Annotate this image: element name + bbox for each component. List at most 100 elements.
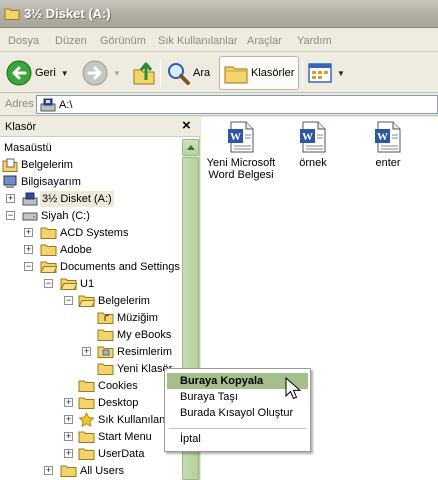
expand-icon[interactable]: + xyxy=(44,466,53,475)
tree-item-acd-systems[interactable]: + ACD Systems xyxy=(0,225,180,241)
menu-tools[interactable]: Araçlar xyxy=(247,35,282,47)
tree-item-desktop-u1[interactable]: + Desktop xyxy=(0,395,180,411)
tree-item-label: Müziğim xyxy=(117,312,158,324)
collapse-icon[interactable]: − xyxy=(44,279,53,288)
expand-icon[interactable]: + xyxy=(64,398,73,407)
floppy-drive-icon xyxy=(22,192,38,206)
music-folder-icon xyxy=(97,312,114,324)
file-item[interactable]: W örnek xyxy=(273,121,353,169)
collapse-icon[interactable]: − xyxy=(64,296,73,305)
tree-item-my-documents[interactable]: Belgelerim xyxy=(0,157,180,173)
tree-item-cookies[interactable]: Cookies xyxy=(0,378,180,394)
tree-item-label: Cookies xyxy=(98,380,138,392)
folder-icon xyxy=(78,380,95,392)
expand-icon[interactable]: + xyxy=(6,194,15,203)
address-field[interactable]: A:\ xyxy=(36,95,438,114)
tree-item-belgelerim-u1[interactable]: − Belgelerim xyxy=(0,293,180,309)
tree-item-my-computer[interactable]: Bilgisayarım xyxy=(0,174,180,190)
tree-item-userdata[interactable]: + UserData xyxy=(0,446,180,462)
folder-icon xyxy=(97,329,114,341)
tree-item-favorites[interactable]: + Sık Kullanılanlar xyxy=(0,412,180,428)
tree-item-drive-c[interactable]: − Siyah (C:) xyxy=(0,208,180,224)
open-folder-icon xyxy=(60,278,77,290)
search-icon xyxy=(168,63,190,85)
tree-item-my-ebooks[interactable]: My eBooks xyxy=(0,327,180,343)
toolbar-divider xyxy=(302,59,303,87)
tree-item-label: UserData xyxy=(98,448,145,460)
collapse-icon[interactable]: − xyxy=(24,262,33,271)
tree-item-my-music[interactable]: Müziğim xyxy=(0,310,180,326)
menu-bar: Dosya Düzen Görünüm Sık Kullanılanlar Ar… xyxy=(0,30,438,52)
views-button[interactable]: ▼ xyxy=(308,56,345,90)
svg-text:W: W xyxy=(302,131,313,143)
folder-pane-header: Klasör × xyxy=(0,117,200,137)
tree-item-documents-and-settings[interactable]: − Documents and Settings xyxy=(0,259,180,275)
tree-item-label: Resimlerim xyxy=(117,346,172,358)
forward-button[interactable]: ▼ xyxy=(82,56,121,90)
tree-item-label: Masaüstü xyxy=(4,142,52,154)
tree-item-my-pictures[interactable]: + Resimlerim xyxy=(0,344,180,360)
menu-favorites[interactable]: Sık Kullanılanlar xyxy=(158,35,238,47)
file-item[interactable]: W enter xyxy=(348,121,428,169)
menu-view[interactable]: Görünüm xyxy=(100,35,146,47)
tree-item-label: Bilgisayarım xyxy=(21,176,81,188)
word-document-icon: W xyxy=(300,121,326,153)
back-button[interactable]: Geri ▼ xyxy=(6,56,69,90)
expand-icon[interactable]: + xyxy=(82,347,91,356)
computer-icon xyxy=(3,175,17,188)
window-title: 3½ Disket (A:) xyxy=(24,6,111,21)
title-bar: 3½ Disket (A:) xyxy=(0,0,438,28)
toolbar-divider xyxy=(160,59,161,87)
svg-text:W: W xyxy=(377,131,388,143)
menu-help[interactable]: Yardım xyxy=(297,35,332,47)
tree-item-label: Desktop xyxy=(98,397,139,409)
tree-item-label: 3½ Disket (A:) xyxy=(40,191,114,207)
scroll-up-button[interactable] xyxy=(182,139,199,156)
tree-item-adobe[interactable]: + Adobe xyxy=(0,242,180,258)
forward-arrow-icon xyxy=(82,60,108,86)
expand-icon[interactable]: + xyxy=(24,245,33,254)
tree-item-start-menu[interactable]: + Start Menu xyxy=(0,429,180,445)
menu-file[interactable]: Dosya xyxy=(8,35,39,47)
tree-item-desktop[interactable]: Masaüstü xyxy=(0,140,180,156)
tree-item-label: Belgelerim xyxy=(21,159,73,171)
tree-item-new-folder[interactable]: Yeni Klasör xyxy=(0,361,180,377)
open-folder-icon xyxy=(40,261,57,273)
up-folder-button[interactable] xyxy=(132,56,156,90)
menu-edit[interactable]: Düzen xyxy=(55,35,87,47)
address-label: Adres xyxy=(5,98,34,110)
chevron-down-icon[interactable]: ▼ xyxy=(113,69,121,78)
back-arrow-icon xyxy=(6,60,32,86)
tree-item-u1[interactable]: − U1 xyxy=(0,276,180,292)
pictures-folder-icon xyxy=(97,346,114,358)
tree-item-label: Start Menu xyxy=(98,431,152,443)
collapse-icon[interactable]: − xyxy=(6,211,15,220)
folders-button[interactable]: Klasörler xyxy=(219,56,300,90)
address-value: A:\ xyxy=(59,99,73,111)
expand-icon[interactable]: + xyxy=(24,228,33,237)
cancel-item[interactable]: İptal xyxy=(167,431,308,447)
expand-icon[interactable]: + xyxy=(64,449,73,458)
tree-item-floppy-a[interactable]: + 3½ Disket (A:) xyxy=(0,191,180,207)
menu-divider xyxy=(169,428,306,429)
folder-icon xyxy=(78,448,95,460)
expand-icon[interactable]: + xyxy=(64,415,73,424)
toolbar: Geri ▼ ▼ Ara Klasörler ▼ xyxy=(0,53,438,93)
word-document-icon: W xyxy=(228,121,254,153)
close-icon[interactable]: × xyxy=(182,117,191,134)
tree-item-all-users[interactable]: + All Users xyxy=(0,463,180,479)
tree-item-label: All Users xyxy=(80,465,125,477)
tree-item-label: My eBooks xyxy=(117,329,172,341)
create-shortcut-item[interactable]: Burada Kısayol Oluştur xyxy=(167,405,308,421)
up-folder-icon xyxy=(133,62,155,85)
file-name: enter xyxy=(375,157,401,169)
tree-item-label: ACD Systems xyxy=(60,227,129,239)
my-documents-icon xyxy=(2,158,18,172)
folder-icon xyxy=(4,8,20,20)
chevron-down-icon[interactable]: ▼ xyxy=(337,69,345,78)
back-label: Geri xyxy=(35,67,56,79)
chevron-down-icon[interactable]: ▼ xyxy=(61,69,69,78)
file-item[interactable]: W Yeni Microsoft Word Belgesi xyxy=(201,121,281,181)
search-button[interactable]: Ara xyxy=(166,56,210,90)
expand-icon[interactable]: + xyxy=(64,432,73,441)
